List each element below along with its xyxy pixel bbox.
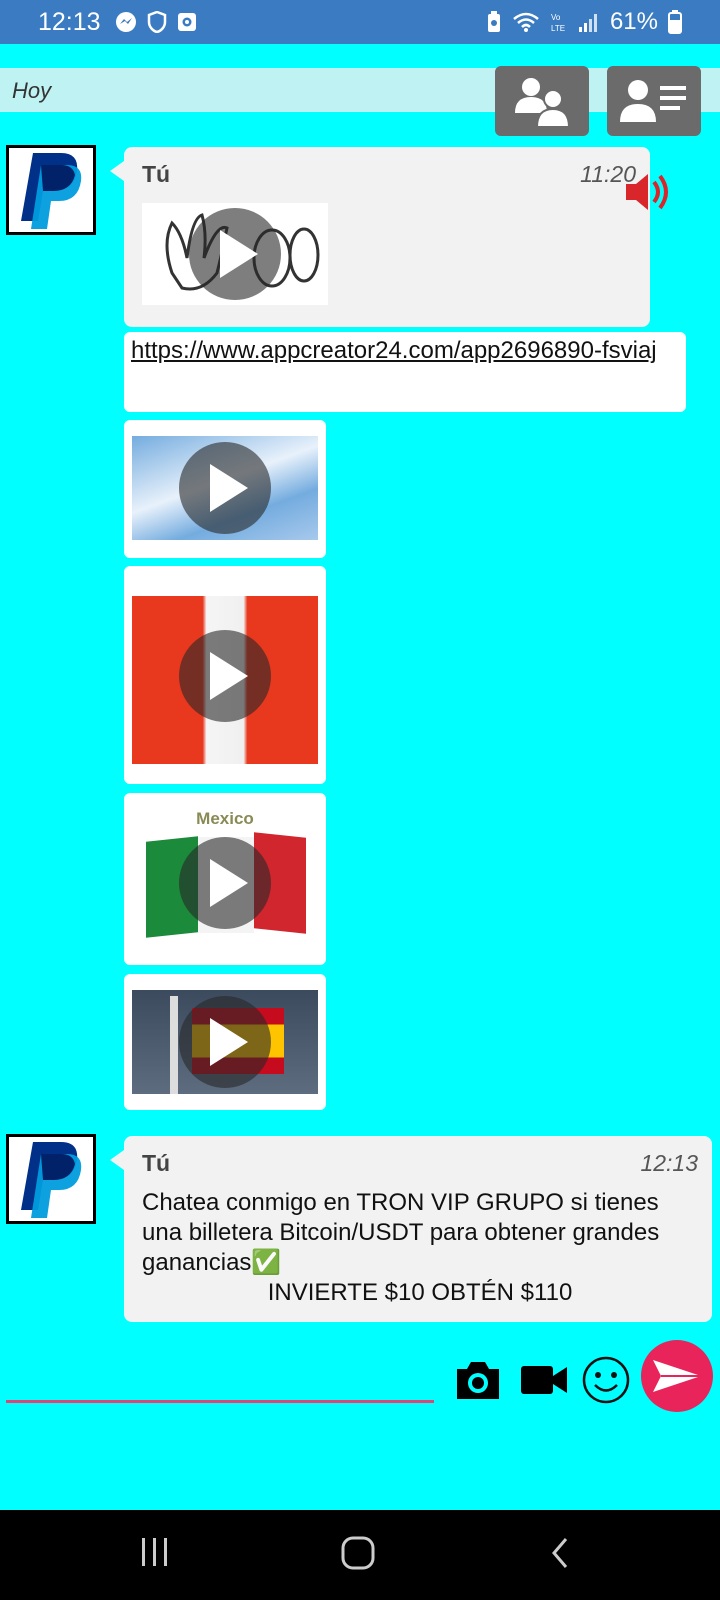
home-button[interactable] (340, 1535, 376, 1576)
speaker-icon[interactable] (622, 170, 674, 219)
svg-text:LTE: LTE (551, 24, 565, 33)
play-button[interactable] (179, 996, 271, 1088)
system-nav-bar (0, 1510, 720, 1600)
battery-icon (668, 10, 682, 34)
video-button[interactable] (516, 1355, 572, 1405)
hand-wave-gif[interactable] (142, 203, 328, 305)
svg-text:Vo: Vo (551, 13, 561, 22)
message-bubble: Tú 11:20 (110, 147, 650, 327)
lte-icon: Vo LTE (550, 11, 568, 33)
message-body: Chatea conmigo en TRON VIP GRUPO si tien… (142, 1189, 660, 1276)
argentina-flag-video[interactable] (132, 436, 318, 540)
wifi-icon (512, 11, 540, 33)
send-button[interactable] (641, 1340, 713, 1412)
shield-icon (147, 11, 167, 33)
status-time: 12:13 (38, 7, 101, 36)
battery-percent: 61% (609, 8, 658, 35)
profile-list-icon (620, 80, 686, 122)
date-label: Hoy (12, 78, 52, 103)
message-input[interactable] (6, 1400, 434, 1403)
mexico-flag-video[interactable]: Mexico (132, 809, 318, 949)
camera-button[interactable] (452, 1355, 504, 1405)
video-card[interactable] (124, 566, 326, 784)
sender-avatar[interactable] (6, 1134, 96, 1224)
back-icon (552, 1538, 568, 1568)
sender-avatar[interactable] (6, 145, 96, 235)
video-camera-icon (521, 1366, 567, 1394)
battery-saver-icon (486, 11, 502, 33)
message-sender: Tú (142, 161, 171, 187)
send-icon (653, 1360, 701, 1392)
paypal-logo-icon (21, 1142, 82, 1218)
back-button[interactable] (548, 1535, 572, 1576)
paypal-logo-icon (21, 153, 82, 229)
spain-flag-video[interactable] (132, 990, 318, 1094)
messenger-icon (115, 11, 137, 33)
recent-apps-button[interactable] (138, 1535, 172, 1574)
recent-apps-icon (142, 1538, 167, 1566)
group-users-button[interactable] (495, 66, 589, 136)
emoji-button[interactable] (580, 1355, 632, 1405)
home-icon (341, 1536, 375, 1570)
play-button[interactable] (189, 208, 281, 300)
play-button[interactable] (179, 630, 271, 722)
camera-app-icon (177, 12, 197, 32)
message-time: 12:13 (640, 1150, 698, 1176)
video-card[interactable] (124, 420, 326, 558)
message-body-line2: INVIERTE $10 OBTÉN $110 (267, 1279, 573, 1306)
signal-icon (578, 11, 600, 33)
message-bubble: Tú 12:13 Chatea conmigo en TRON VIP GRUP… (110, 1136, 712, 1322)
message-link[interactable]: https://www.appcreator24.com/app2696890-… (131, 336, 676, 365)
play-button[interactable] (179, 837, 271, 929)
status-bar: 12:13 Vo LTE 61% (0, 0, 720, 44)
video-card[interactable]: Mexico (124, 793, 326, 965)
profile-list-button[interactable] (607, 66, 701, 136)
message-sender: Tú (142, 1150, 171, 1176)
message-text: Chatea conmigo en TRON VIP GRUPO si tien… (142, 1188, 698, 1308)
play-button[interactable] (179, 442, 271, 534)
mexico-caption: Mexico (196, 809, 254, 828)
peru-flag-video[interactable] (132, 596, 318, 764)
video-card[interactable] (124, 974, 326, 1110)
emoji-icon (582, 1356, 630, 1404)
group-users-icon (515, 78, 571, 128)
camera-icon (457, 1362, 499, 1399)
